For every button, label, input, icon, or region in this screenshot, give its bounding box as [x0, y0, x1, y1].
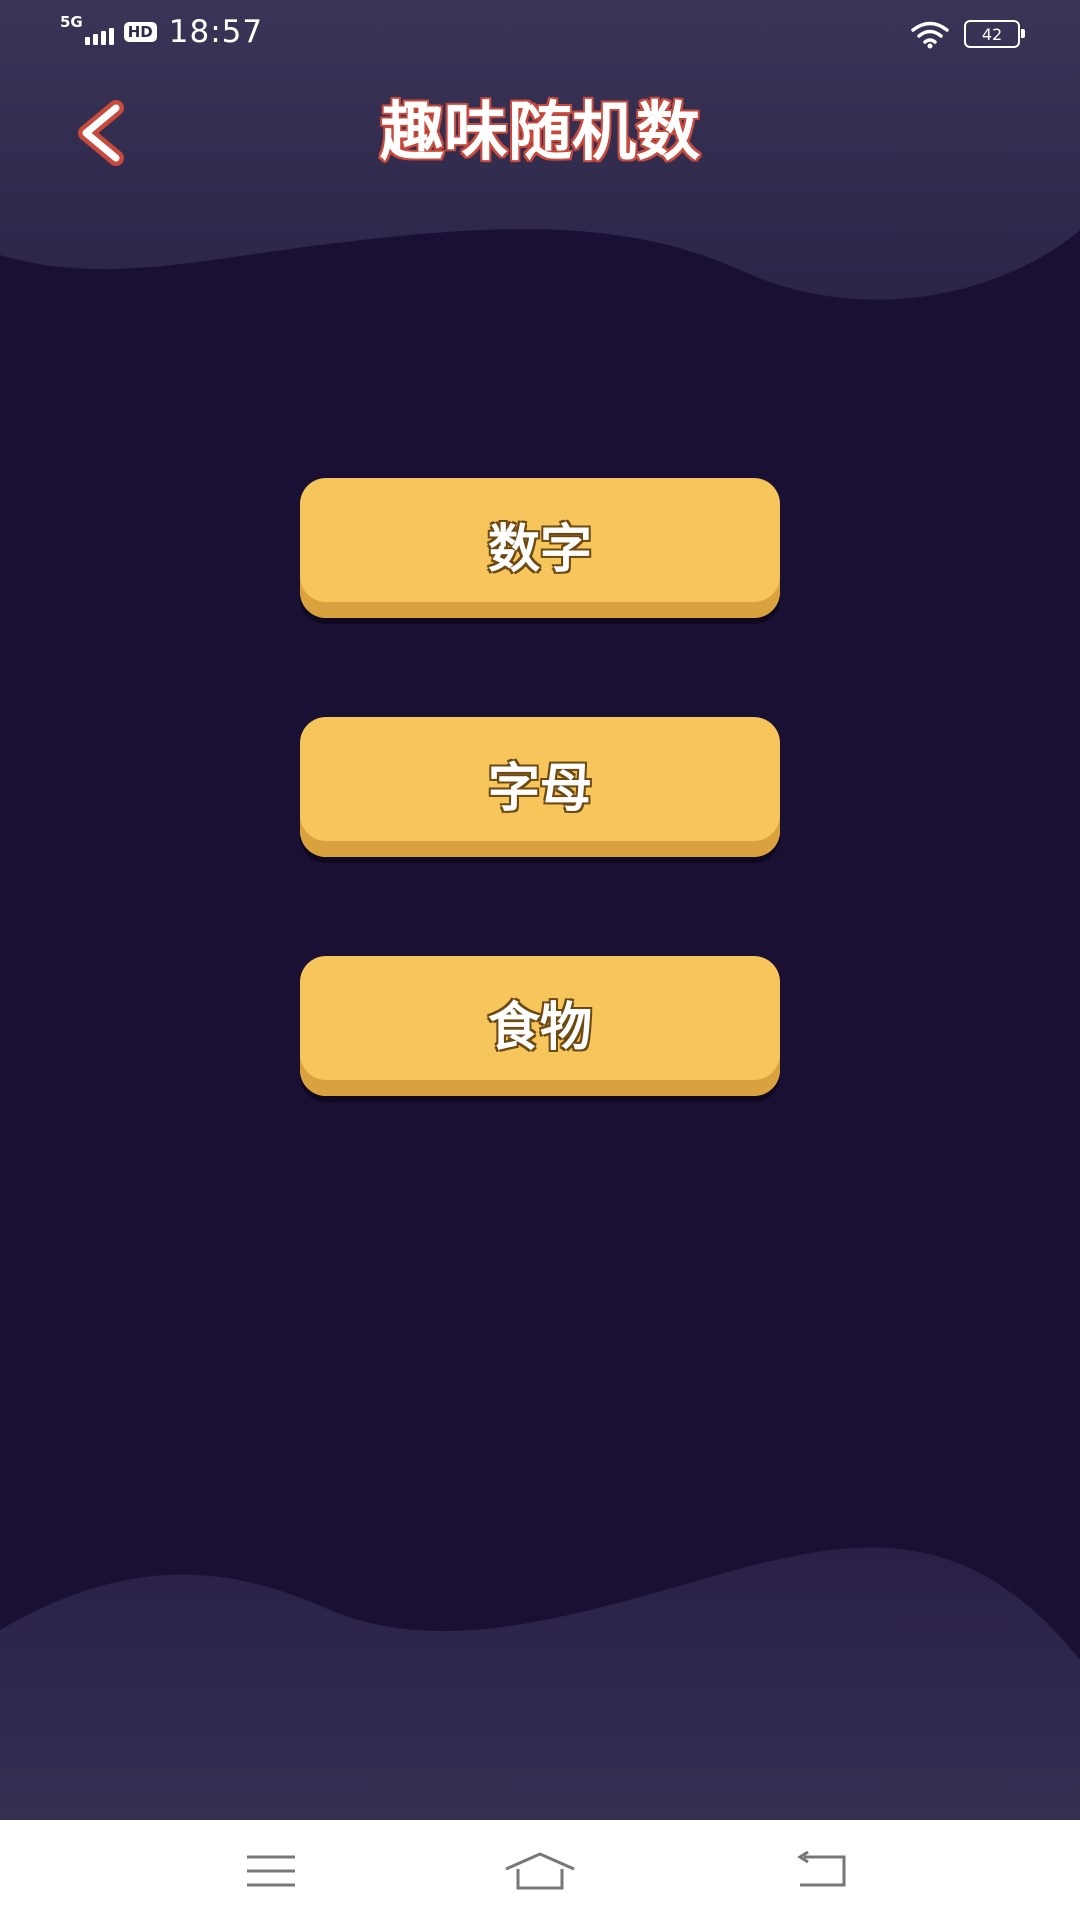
clock: 18:57 — [168, 14, 264, 50]
home-icon — [505, 1852, 575, 1890]
wifi-icon — [911, 21, 949, 49]
status-left: 5G HD 18:57 — [60, 12, 263, 52]
menu-icon — [247, 1855, 295, 1887]
battery-indicator: 42 — [964, 20, 1025, 48]
header: 趣味随机数 — [0, 80, 1080, 200]
food-button[interactable]: 食物 — [300, 956, 780, 1096]
letters-button[interactable]: 字母 — [300, 717, 780, 857]
network-type: 5G — [60, 13, 83, 31]
back-icon — [797, 1851, 846, 1887]
system-nav-bar — [0, 1820, 1080, 1920]
home-nav-button[interactable] — [500, 1848, 580, 1894]
page-title: 趣味随机数 — [379, 95, 702, 172]
status-bar: 5G HD 18:57 42 — [0, 0, 1080, 66]
category-menu: 数字 字母 食物 — [300, 478, 780, 1195]
status-right: 42 — [910, 14, 1025, 54]
battery-level: 42 — [981, 24, 1003, 44]
menu-nav-button[interactable] — [231, 1848, 311, 1894]
signal-icon — [84, 19, 114, 45]
back-nav-button[interactable] — [782, 1848, 862, 1894]
hd-badge: HD — [123, 22, 157, 42]
numbers-button[interactable]: 数字 — [300, 478, 780, 618]
